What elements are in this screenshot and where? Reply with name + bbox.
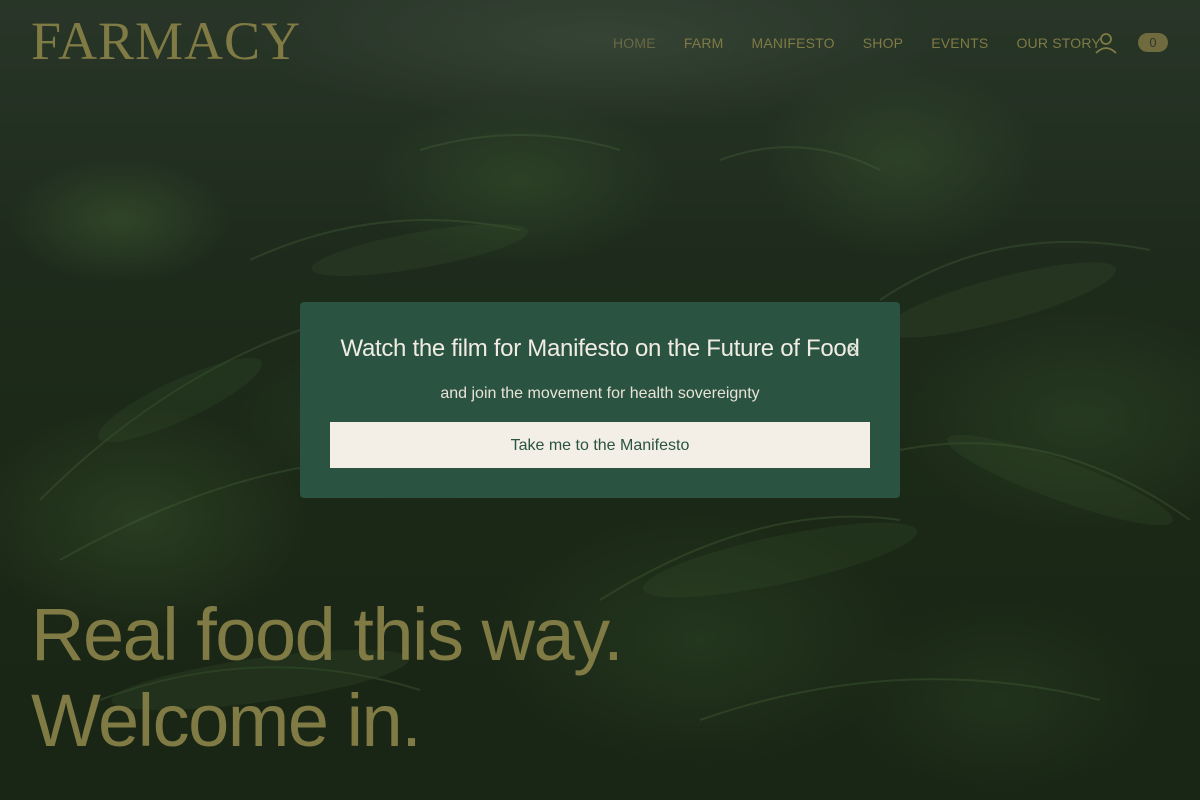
site-header: FARMACY HOME FARM MANIFESTO SHOP EVENTS …	[0, 0, 1200, 90]
hero-headline: Real food this way. Welcome in.	[31, 592, 624, 764]
nav-item-manifesto[interactable]: MANIFESTO	[752, 34, 835, 52]
site-logo[interactable]: FARMACY	[31, 14, 301, 68]
main-nav: HOME FARM MANIFESTO SHOP EVENTS OUR STOR…	[613, 34, 1129, 52]
nav-item-shop[interactable]: SHOP	[863, 34, 903, 52]
nav-item-our-story[interactable]: OUR STORY	[1016, 34, 1101, 52]
nav-item-events[interactable]: EVENTS	[931, 34, 988, 52]
nav-item-home[interactable]: HOME	[613, 34, 656, 52]
manifesto-cta-button[interactable]: Take me to the Manifesto	[330, 422, 870, 468]
cart-count-badge[interactable]: 0	[1138, 33, 1168, 52]
manifesto-modal: Watch the film for Manifesto on the Futu…	[300, 302, 900, 498]
hero-headline-line-1: Real food this way.	[31, 593, 624, 676]
close-icon[interactable]: ×	[842, 338, 864, 360]
hero-headline-line-2: Welcome in.	[31, 679, 422, 762]
modal-subtitle: and join the movement for health soverei…	[440, 385, 760, 402]
modal-title: Watch the film for Manifesto on the Futu…	[340, 335, 860, 362]
user-icon[interactable]	[1094, 31, 1118, 55]
page: FARMACY HOME FARM MANIFESTO SHOP EVENTS …	[0, 0, 1200, 800]
nav-item-farm[interactable]: FARM	[684, 34, 724, 52]
